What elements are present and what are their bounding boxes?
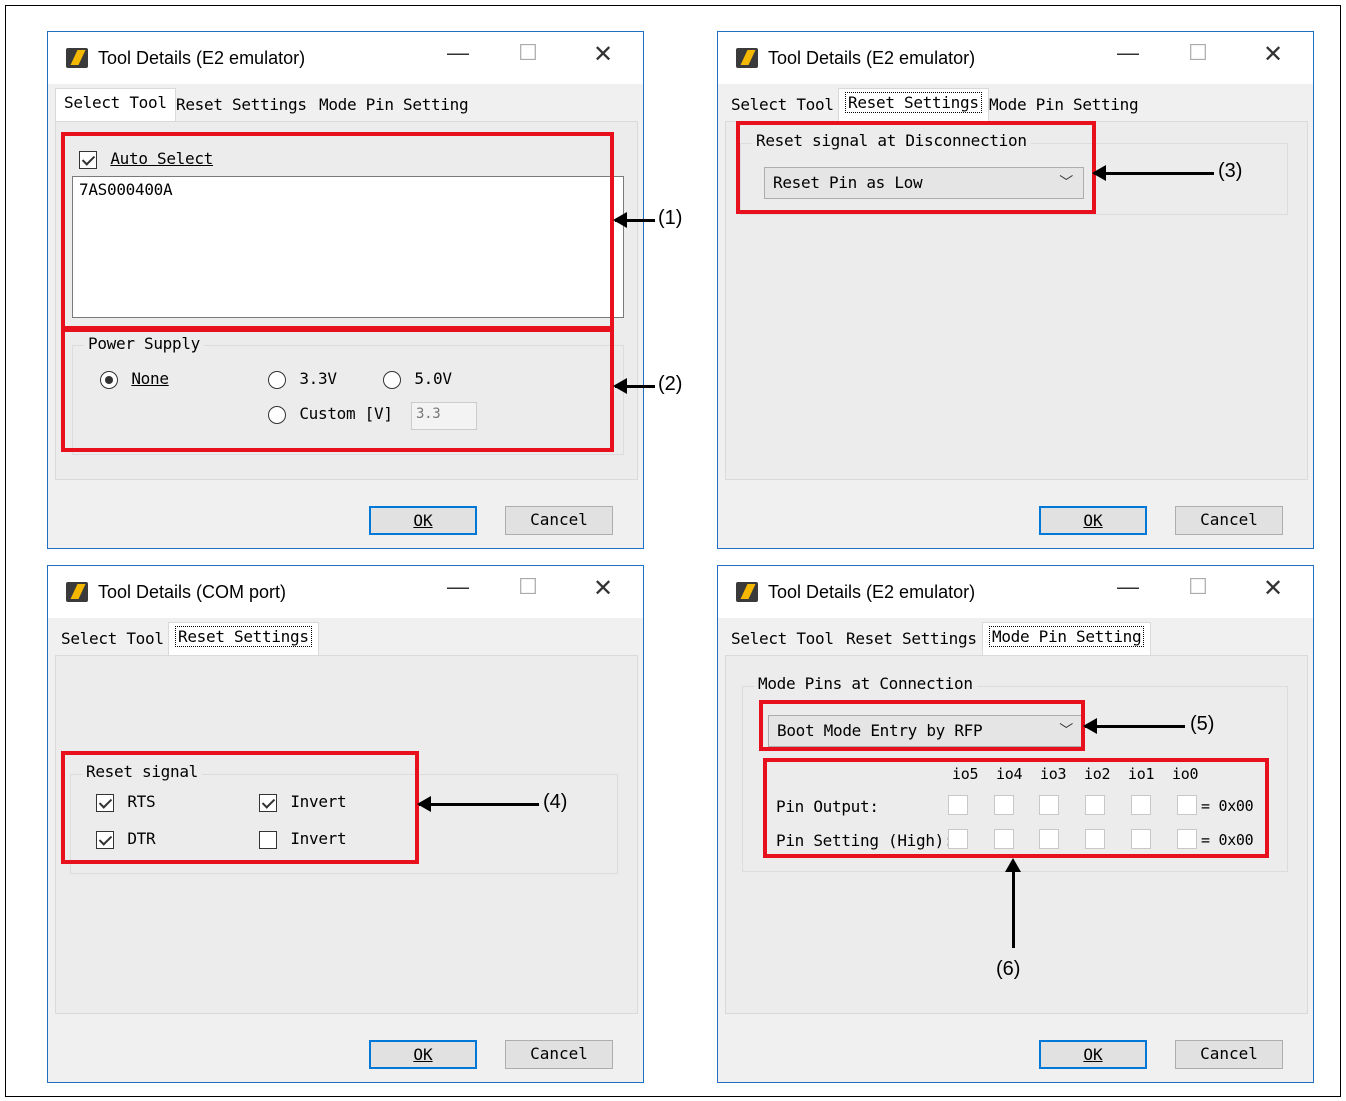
tab-mode-pin-setting[interactable]: Mode Pin Setting: [982, 622, 1152, 655]
window-title: Tool Details (COM port): [98, 582, 287, 602]
app-icon: [736, 48, 758, 68]
ok-button[interactable]: OK: [1039, 506, 1147, 535]
cancel-button[interactable]: Cancel: [1175, 1040, 1283, 1069]
title-bar: Tool Details (E2 emulator) — ☐ ✕: [718, 566, 1313, 618]
arrow-6: [1012, 862, 1015, 948]
close-icon[interactable]: ✕: [583, 40, 623, 69]
close-icon[interactable]: ✕: [1253, 574, 1293, 603]
minimize-icon[interactable]: —: [438, 40, 478, 66]
app-icon: [736, 582, 758, 602]
callout-1: (1): [658, 207, 683, 229]
window-title: Tool Details (E2 emulator): [98, 48, 306, 68]
callout-6: (6): [996, 958, 1021, 980]
window-title: Tool Details (E2 emulator): [768, 48, 976, 68]
tab-reset-settings[interactable]: Reset Settings: [168, 622, 319, 655]
arrow-2: [613, 378, 655, 394]
highlight-box-2: [61, 328, 614, 452]
arrow-1: [613, 212, 655, 228]
window-reset-settings: Tool Details (E2 emulator) — ☐ ✕ Select …: [717, 31, 1314, 549]
cancel-button[interactable]: Cancel: [1175, 506, 1283, 535]
cancel-button[interactable]: Cancel: [505, 1040, 613, 1069]
tab-reset-settings[interactable]: Reset Settings: [840, 625, 983, 655]
highlight-box-4: [61, 751, 419, 864]
minimize-icon[interactable]: —: [438, 574, 478, 600]
close-icon[interactable]: ✕: [1253, 40, 1293, 69]
app-icon: [66, 582, 88, 602]
title-bar: Tool Details (E2 emulator) — ☐ ✕: [48, 32, 643, 84]
arrow-5: [1083, 718, 1185, 734]
tab-select-tool[interactable]: Select Tool: [55, 88, 176, 121]
callout-3: (3): [1218, 160, 1243, 182]
tab-select-tool[interactable]: Select Tool: [55, 625, 170, 655]
arrow-3: [1092, 165, 1214, 181]
highlight-box-6: [763, 758, 1269, 858]
minimize-icon[interactable]: —: [1108, 574, 1148, 600]
maximize-icon[interactable]: ☐: [1178, 574, 1218, 600]
tab-mode-pin-setting[interactable]: Mode Pin Setting: [983, 91, 1144, 121]
callout-4: (4): [543, 791, 568, 813]
arrow-6-head: [1005, 858, 1021, 872]
close-icon[interactable]: ✕: [583, 574, 623, 603]
tab-mode-pin-setting[interactable]: Mode Pin Setting: [313, 91, 474, 121]
highlight-box-3: [736, 121, 1096, 214]
cancel-button[interactable]: Cancel: [505, 506, 613, 535]
maximize-icon[interactable]: ☐: [508, 574, 548, 600]
ok-button[interactable]: OK: [1039, 1040, 1147, 1069]
callout-5: (5): [1190, 713, 1215, 735]
tab-reset-settings[interactable]: Reset Settings: [170, 91, 313, 121]
arrow-4: [417, 796, 539, 812]
ok-button[interactable]: OK: [369, 1040, 477, 1069]
minimize-icon[interactable]: —: [1108, 40, 1148, 66]
tab-select-tool[interactable]: Select Tool: [725, 91, 840, 121]
maximize-icon[interactable]: ☐: [508, 40, 548, 66]
highlight-box-5: [759, 700, 1085, 751]
maximize-icon[interactable]: ☐: [1178, 40, 1218, 66]
title-bar: Tool Details (COM port) — ☐ ✕: [48, 566, 643, 618]
tab-reset-settings[interactable]: Reset Settings: [838, 88, 989, 121]
highlight-box-1: [61, 132, 614, 330]
ok-button[interactable]: OK: [369, 506, 477, 535]
app-icon: [66, 48, 88, 68]
window-title: Tool Details (E2 emulator): [768, 582, 976, 602]
title-bar: Tool Details (E2 emulator) — ☐ ✕: [718, 32, 1313, 84]
callout-2: (2): [658, 373, 683, 395]
tab-select-tool[interactable]: Select Tool: [725, 625, 840, 655]
mode-pins-label: Mode Pins at Connection: [754, 674, 977, 693]
